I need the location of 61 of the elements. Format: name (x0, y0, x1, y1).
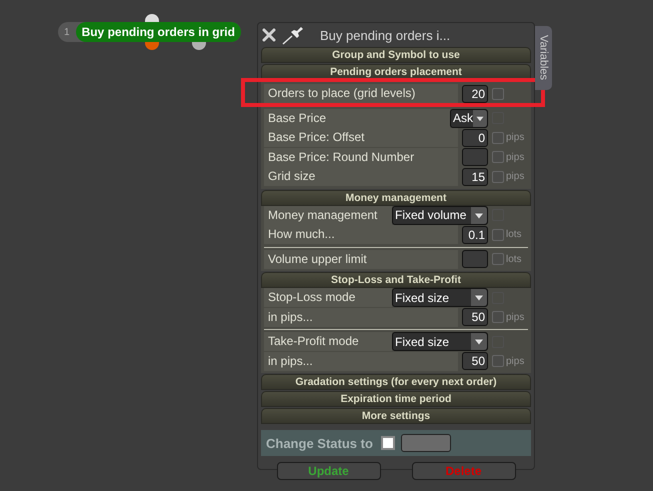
checkbox[interactable] (492, 228, 504, 241)
checkbox[interactable] (492, 151, 504, 164)
section-header[interactable]: More settings (261, 408, 531, 424)
unit-label: lots (506, 254, 523, 265)
unit-label: pips (506, 152, 526, 163)
input-field[interactable] (462, 148, 488, 166)
input-field[interactable] (462, 250, 488, 268)
checkbox[interactable] (492, 88, 504, 100)
checkbox[interactable] (492, 355, 504, 368)
checkbox[interactable] (492, 132, 504, 144)
field-label: in pips... (264, 352, 458, 371)
caret-icon (471, 206, 487, 224)
close-icon[interactable] (262, 28, 276, 42)
dropdown[interactable]: Ask (450, 108, 488, 128)
input-field[interactable]: 50 (462, 352, 488, 370)
input-field[interactable]: 15 (462, 168, 488, 186)
status-field[interactable] (400, 434, 451, 452)
dropdown[interactable]: Fixed size (392, 288, 488, 308)
unit-label: pips (506, 312, 526, 323)
node-port[interactable] (145, 42, 159, 50)
field-label: in pips... (264, 308, 458, 327)
input-field[interactable]: 0.1 (462, 226, 488, 244)
section-header[interactable]: Stop-Loss and Take-Profit (261, 272, 531, 288)
panel-title: Buy pending orders i... (320, 28, 450, 42)
variables-tab[interactable]: Variables (535, 26, 552, 90)
caret-icon (471, 333, 487, 350)
field-label: How much... (264, 225, 458, 244)
field-label: Base Price: Offset (264, 128, 458, 148)
checkbox[interactable] (492, 170, 504, 183)
pin-icon[interactable] (282, 25, 306, 45)
unit-label: pips (506, 356, 526, 367)
field-label: Grid size (264, 167, 458, 186)
field-label: Stop-Loss mode (264, 288, 392, 308)
node-block[interactable]: 1 Buy pending orders in grid (58, 22, 241, 42)
field-label: Orders to place (grid levels) (264, 84, 458, 104)
dropdown[interactable]: Fixed size (392, 332, 488, 352)
unit-label: pips (506, 171, 526, 182)
section-header[interactable]: Expiration time period (261, 391, 531, 407)
section-header[interactable]: Group and Symbol to use (261, 47, 531, 63)
checkbox[interactable] (492, 311, 504, 324)
input-field[interactable]: 50 (462, 308, 488, 326)
field-label: Base Price (264, 108, 450, 128)
input-field[interactable]: 0 (462, 128, 488, 147)
unit-label: pips (506, 132, 526, 144)
checkbox[interactable] (492, 253, 504, 266)
node-title: Buy pending orders in grid (76, 22, 241, 42)
field-label: Volume upper limit (264, 250, 458, 269)
section-header[interactable]: Gradation settings (for every next order) (261, 374, 531, 390)
caret-icon (471, 289, 487, 306)
node-number: 1 (63, 26, 71, 38)
unit-label: lots (506, 229, 523, 240)
field-label: Take-Profit mode (264, 332, 392, 352)
input-field[interactable]: 20 (462, 84, 488, 103)
field-label: Money management (264, 206, 392, 225)
checkbox[interactable] (380, 436, 395, 450)
status-label: Change Status to (266, 436, 373, 450)
section-header[interactable]: Money management (261, 190, 531, 206)
field-label: Base Price: Round Number (264, 148, 458, 167)
node-port[interactable] (192, 42, 206, 50)
dropdown[interactable]: Fixed volume (392, 206, 488, 225)
caret-icon (473, 110, 487, 127)
